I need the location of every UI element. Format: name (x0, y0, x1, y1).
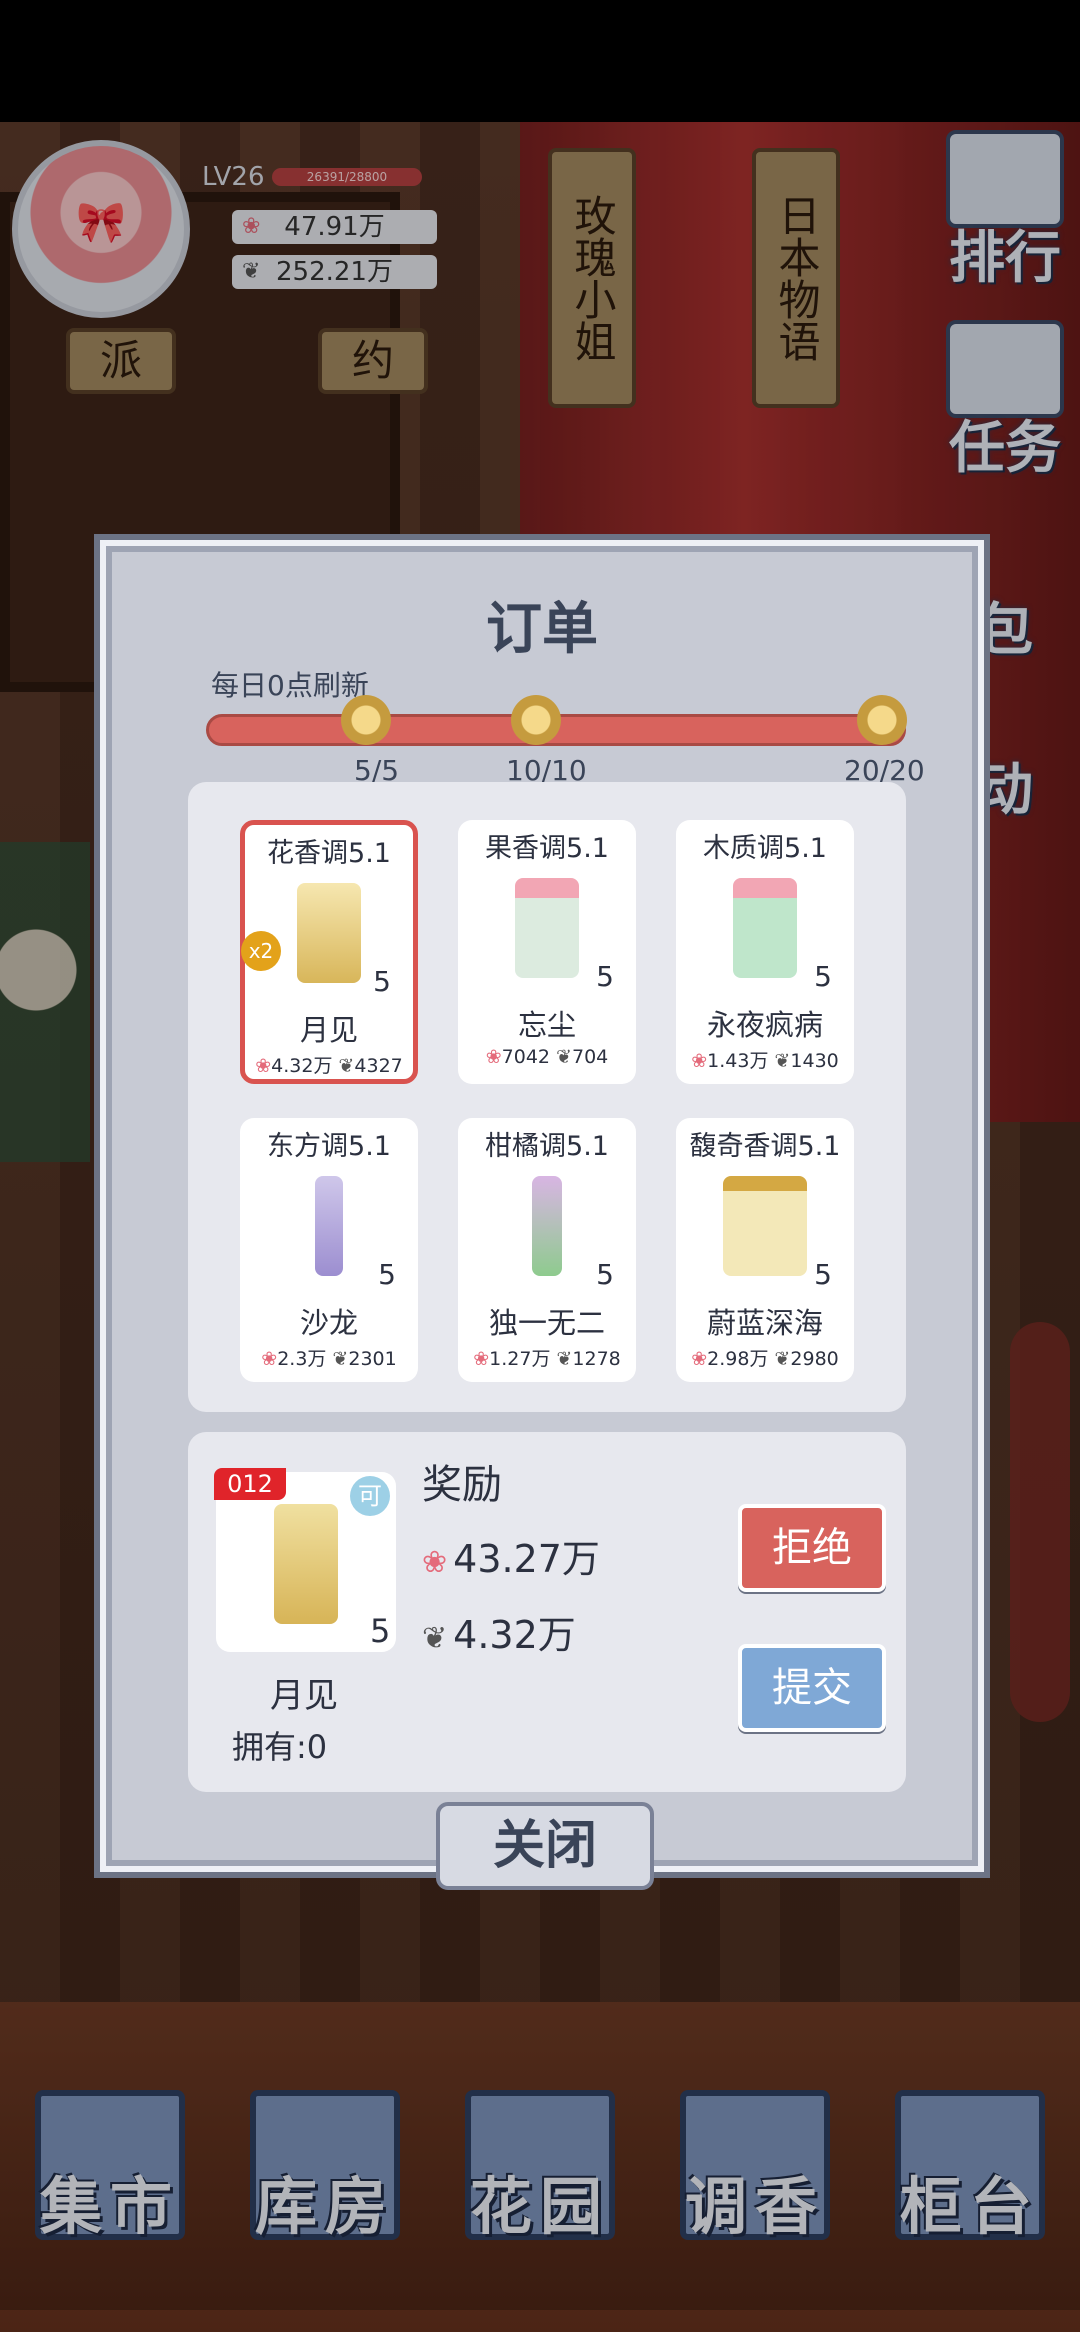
order-card[interactable]: 柑橘调5.1 5 独一无二 ❀1.27万 ❦1278 (458, 1118, 636, 1382)
card-category: 柑橘调5.1 (485, 1131, 609, 1162)
card-name: 独一无二 (488, 1306, 605, 1340)
card-name: 蔚蓝深海 (706, 1306, 823, 1340)
refresh-note: 每日0点刷新 (211, 669, 369, 702)
perfume-bottle-icon (274, 1504, 338, 1624)
card-price: ❀2.3万 ❦2301 (240, 1344, 418, 1371)
petal-icon: ❀ (473, 1348, 490, 1370)
card-category: 花香调5.1 (267, 838, 391, 869)
reward-qty: 5 (370, 1612, 391, 1650)
reward-petals: ❀ 43.27万 (422, 1528, 600, 1583)
order-card[interactable]: 木质调5.1 5 永夜疯病 ❀1.43万 ❦1430 (676, 820, 854, 1084)
reward-name: 月见 (270, 1676, 338, 1716)
leaf-icon: ❦ (774, 1348, 791, 1370)
order-card[interactable]: 东方调5.1 5 沙龙 ❀2.3万 ❦2301 (240, 1118, 418, 1382)
reward-panel: 012 可 5 月见 拥有:0 奖励 ❀ 43.27万 ❦ 4.32万 拒绝 提交 (188, 1432, 906, 1792)
card-name: 沙龙 (299, 1306, 358, 1340)
leaf-icon: ❦ (332, 1348, 349, 1370)
card-price: ❀7042 ❦704 (458, 1046, 636, 1068)
reward-owned: 拥有:0 (232, 1728, 328, 1766)
order-grid: 花香调5.1 x2 5 月见 ❀4.32万 ❦4327 果香调5.1 5 忘尘 … (188, 782, 906, 1412)
reward-leaves-value: 4.32万 (453, 1613, 576, 1657)
order-dialog: 订单 每日0点刷新 5/5 10/10 20/20 花香调5.1 x2 5 月见… (100, 540, 984, 1890)
leaf-icon: ❦ (338, 1055, 355, 1077)
reward-petals-value: 43.27万 (453, 1537, 600, 1581)
reward-leaves: ❦ 4.32万 (422, 1604, 576, 1659)
card-category: 馥奇香调5.1 (689, 1131, 841, 1162)
order-card[interactable]: 馥奇香调5.1 5 蔚蓝深海 ❀2.98万 ❦2980 (676, 1118, 854, 1382)
card-petal: 4.32万 (271, 1055, 333, 1077)
card-qty: 5 (596, 960, 614, 993)
petal-icon: ❀ (255, 1055, 272, 1077)
perfume-bottle-icon (733, 878, 797, 978)
card-leaf: 704 (571, 1046, 609, 1068)
card-qty: 5 (378, 1258, 396, 1291)
card-price: ❀4.32万 ❦4327 (245, 1051, 413, 1078)
card-category: 果香调5.1 (485, 833, 609, 864)
perfume-bottle-icon (315, 1176, 343, 1276)
card-name: 忘尘 (517, 1008, 576, 1042)
card-leaf: 2980 (790, 1348, 839, 1370)
perfume-bottle-icon (297, 883, 361, 983)
order-progress-bar (206, 695, 907, 746)
perfume-bottle-icon (515, 878, 579, 978)
leaf-icon: ❦ (556, 1348, 573, 1370)
card-leaf: 4327 (354, 1055, 403, 1077)
dialog-title: 订单 (486, 597, 598, 662)
card-category: 木质调5.1 (703, 833, 827, 864)
leaf-icon: ❦ (556, 1046, 572, 1068)
reject-button[interactable]: 拒绝 (738, 1504, 886, 1592)
submit-button[interactable]: 提交 (738, 1644, 886, 1732)
card-leaf: 1430 (790, 1050, 839, 1072)
perfume-bottle-icon (532, 1176, 562, 1276)
card-qty: 5 (814, 1258, 832, 1291)
card-name: 永夜疯病 (706, 1008, 823, 1042)
card-leaf: 2301 (348, 1348, 397, 1370)
card-qty: 5 (596, 1258, 614, 1291)
petal-icon: ❀ (691, 1348, 708, 1370)
card-name: 月见 (299, 1013, 358, 1047)
order-card[interactable]: 果香调5.1 5 忘尘 ❀7042 ❦704 (458, 820, 636, 1084)
reward-title: 奖励 (422, 1462, 502, 1508)
card-qty: 5 (814, 960, 832, 993)
card-petal: 1.27万 (489, 1348, 551, 1370)
card-category: 东方调5.1 (267, 1131, 391, 1162)
order-card[interactable]: 花香调5.1 x2 5 月见 ❀4.32万 ❦4327 (240, 820, 418, 1084)
card-price: ❀2.98万 ❦2980 (676, 1344, 854, 1371)
close-button[interactable]: 关闭 (436, 1802, 654, 1890)
reward-badge: 012 (214, 1468, 286, 1500)
milestone-icon[interactable] (341, 695, 391, 745)
perfume-bottle-icon (723, 1176, 807, 1276)
leaf-icon: ❦ (422, 1621, 448, 1656)
leaf-icon: ❦ (774, 1050, 791, 1072)
milestone-icon[interactable] (511, 695, 561, 745)
card-leaf: 1278 (572, 1348, 621, 1370)
double-bonus-badge: x2 (241, 931, 281, 971)
petal-icon: ❀ (261, 1348, 278, 1370)
card-price: ❀1.43万 ❦1430 (676, 1046, 854, 1073)
card-petal: 2.3万 (277, 1348, 327, 1370)
card-petal: 2.98万 (707, 1348, 769, 1370)
card-qty: 5 (373, 965, 391, 998)
petal-icon: ❀ (691, 1050, 708, 1072)
milestone-icon[interactable] (857, 695, 907, 745)
petal-icon: ❀ (422, 1545, 448, 1580)
card-petal: 7042 (501, 1046, 551, 1068)
available-icon: 可 (350, 1476, 390, 1516)
card-price: ❀1.27万 ❦1278 (458, 1344, 636, 1371)
petal-icon: ❀ (485, 1046, 502, 1068)
card-petal: 1.43万 (707, 1050, 769, 1072)
